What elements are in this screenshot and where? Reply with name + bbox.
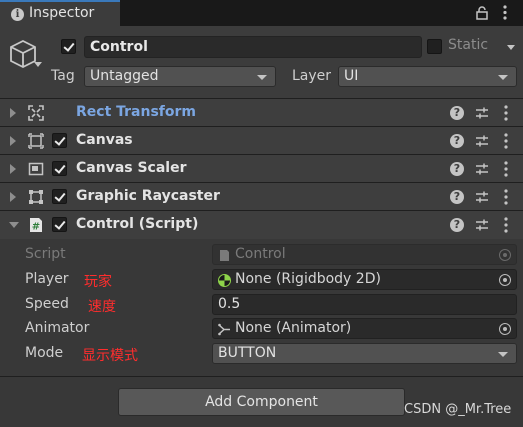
rect-transform-icon <box>28 105 44 121</box>
speed-annotation: 速度 <box>88 299 116 315</box>
foldout-arrow-icon[interactable] <box>10 164 16 174</box>
player-value: None (Rigidbody 2D) <box>235 271 381 287</box>
tag-dropdown[interactable]: Untagged <box>84 66 276 87</box>
lock-icon[interactable] <box>476 6 488 20</box>
help-icon[interactable]: ? <box>450 134 464 148</box>
foldout-arrow-icon[interactable] <box>10 192 16 202</box>
foldout-arrow-icon[interactable] <box>9 222 19 228</box>
chevron-down-icon <box>498 75 508 80</box>
component-canvas[interactable]: Canvas ? <box>0 126 523 154</box>
gameobject-header: Control Static Tag Untagged Layer UI <box>0 26 523 98</box>
component-title: Canvas Scaler <box>76 160 187 176</box>
static-label: Static <box>448 37 489 53</box>
component-title: Control (Script) <box>76 216 199 232</box>
component-title: Canvas <box>76 132 133 148</box>
component-enabled-checkbox[interactable] <box>52 161 67 176</box>
more-options-icon[interactable] <box>504 217 508 233</box>
help-icon[interactable]: ? <box>450 106 464 120</box>
script-properties: Script Control Player 玩家 None (Rigidbody… <box>0 239 523 376</box>
object-picker-icon[interactable] <box>499 323 511 335</box>
more-options-icon[interactable] <box>504 105 508 121</box>
canvas-icon <box>28 133 44 149</box>
script-value: Control <box>235 246 286 262</box>
tab-label: Inspector <box>29 5 95 21</box>
script-icon: # <box>30 218 42 233</box>
more-options-icon[interactable] <box>503 5 507 20</box>
component-canvas-scaler[interactable]: Canvas Scaler ? <box>0 154 523 182</box>
component-control-script[interactable]: # Control (Script) ? <box>0 210 523 239</box>
script-label: Script <box>25 246 66 262</box>
animator-field[interactable]: None (Animator) <box>212 318 517 339</box>
chevron-down-icon <box>257 75 267 80</box>
graphic-raycaster-icon <box>29 190 43 204</box>
more-options-icon[interactable] <box>504 189 508 205</box>
script-file-icon <box>220 250 229 261</box>
info-icon: i <box>11 8 24 21</box>
more-options-icon[interactable] <box>504 161 508 177</box>
active-checkbox[interactable] <box>61 39 76 54</box>
mode-dropdown[interactable]: BUTTON <box>212 343 517 364</box>
animator-value: None (Animator) <box>235 320 352 336</box>
animator-icon <box>218 323 230 336</box>
component-title: Rect Transform <box>76 104 197 120</box>
help-icon[interactable]: ? <box>450 218 464 232</box>
add-component-button[interactable]: Add Component <box>118 388 405 416</box>
presets-icon[interactable] <box>475 190 489 204</box>
canvas-scaler-icon <box>28 162 44 176</box>
chevron-down-icon <box>498 352 508 357</box>
tag-value: Untagged <box>90 68 159 84</box>
player-field[interactable]: None (Rigidbody 2D) <box>212 269 517 290</box>
gameobject-name-field[interactable]: Control <box>84 36 422 58</box>
player-annotation: 玩家 <box>84 274 112 290</box>
mode-annotation: 显示模式 <box>82 348 138 364</box>
tab-bar: i Inspector <box>0 0 523 26</box>
static-checkbox[interactable] <box>427 39 442 54</box>
player-label: Player <box>25 271 69 287</box>
mode-label: Mode <box>25 345 64 361</box>
rigidbody2d-icon <box>218 274 231 287</box>
svg-text:#: # <box>32 222 40 233</box>
layer-label: Layer <box>292 68 332 84</box>
mode-value: BUTTON <box>218 345 277 361</box>
tab-inspector[interactable]: i Inspector <box>0 0 120 26</box>
layer-value: UI <box>344 68 359 84</box>
component-enabled-checkbox[interactable] <box>52 189 67 204</box>
divider <box>0 376 523 377</box>
presets-icon[interactable] <box>475 162 489 176</box>
component-rect-transform[interactable]: Rect Transform ? <box>0 98 523 126</box>
presets-icon[interactable] <box>475 106 489 120</box>
script-reference-field: Control <box>212 244 517 265</box>
component-enabled-checkbox[interactable] <box>52 133 67 148</box>
component-enabled-checkbox[interactable] <box>52 217 67 232</box>
speed-label: Speed <box>25 296 69 312</box>
layer-dropdown[interactable]: UI <box>338 66 517 87</box>
help-icon[interactable]: ? <box>450 162 464 176</box>
static-dropdown-caret-icon[interactable] <box>507 45 515 50</box>
component-graphic-raycaster[interactable]: Graphic Raycaster ? <box>0 182 523 210</box>
more-options-icon[interactable] <box>504 133 508 149</box>
watermark: CSDN @_Mr.Tree <box>404 402 512 417</box>
object-picker-icon <box>499 249 511 261</box>
tag-label: Tag <box>51 68 75 84</box>
animator-label: Animator <box>25 320 90 336</box>
foldout-arrow-icon[interactable] <box>10 136 16 146</box>
component-title: Graphic Raycaster <box>76 188 220 204</box>
help-icon[interactable]: ? <box>450 190 464 204</box>
foldout-arrow-icon[interactable] <box>10 108 16 118</box>
object-picker-icon[interactable] <box>499 274 511 286</box>
icon-dropdown-caret-icon[interactable] <box>34 62 42 67</box>
presets-icon[interactable] <box>475 134 489 148</box>
speed-field[interactable]: 0.5 <box>212 294 517 315</box>
presets-icon[interactable] <box>475 218 489 232</box>
